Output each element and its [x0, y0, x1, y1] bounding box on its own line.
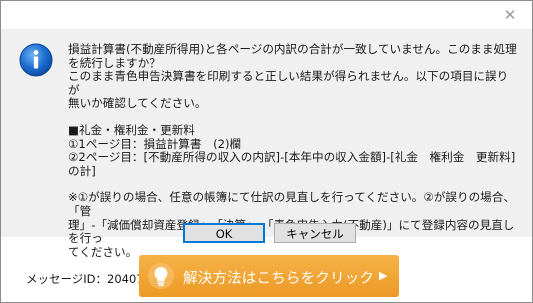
- dialog-content: 損益計算書(不動産所得用)と各ページの内訳の合計が一致していません。このまま処理…: [1, 29, 532, 258]
- message-line: このまま青色申告決算書を印刷すると正しい結果が得られません。以下の項目に誤りが: [68, 69, 509, 97]
- message-line: ※①が誤りの場合、任意の帳簿にて仕訳の見直しを行ってください。②が誤りの場合、「…: [68, 190, 515, 218]
- message-line: の計]: [68, 163, 96, 178]
- lightbulb-icon: [148, 263, 174, 289]
- message-id-label: メッセージID：20407: [26, 272, 144, 286]
- message-line: ①1ページ目：損益計算書 (2)欄: [68, 136, 242, 151]
- message-line: ②2ページ目：[不動産所得の収入の内訳]-[本年中の収入金額]-[礼金 権利金 …: [68, 150, 516, 165]
- cancel-button[interactable]: キャンセル: [274, 223, 356, 243]
- ok-button[interactable]: OK: [183, 223, 265, 243]
- message-line: 損益計算書(不動産所得用)と各ページの内訳の合計が一致していません。このまま処理: [68, 42, 517, 56]
- message-line: を続行しますか？: [68, 55, 161, 70]
- solution-button-label: 解決方法はこちらをクリック: [183, 271, 375, 287]
- message-dialog: ✕ 損益計算書(不動産所得用)と各ページの内訳の合計が一致していません。このまま…: [0, 0, 533, 303]
- message-line: 無いか確認してください。: [68, 96, 207, 111]
- arrow-right-icon: ▶: [379, 269, 388, 282]
- solution-button[interactable]: 解決方法はこちらをクリック ▶: [139, 255, 399, 297]
- info-icon: [19, 43, 53, 77]
- message-line: ■礼金・権利金・更新料: [68, 122, 195, 137]
- close-icon[interactable]: ✕: [502, 7, 518, 23]
